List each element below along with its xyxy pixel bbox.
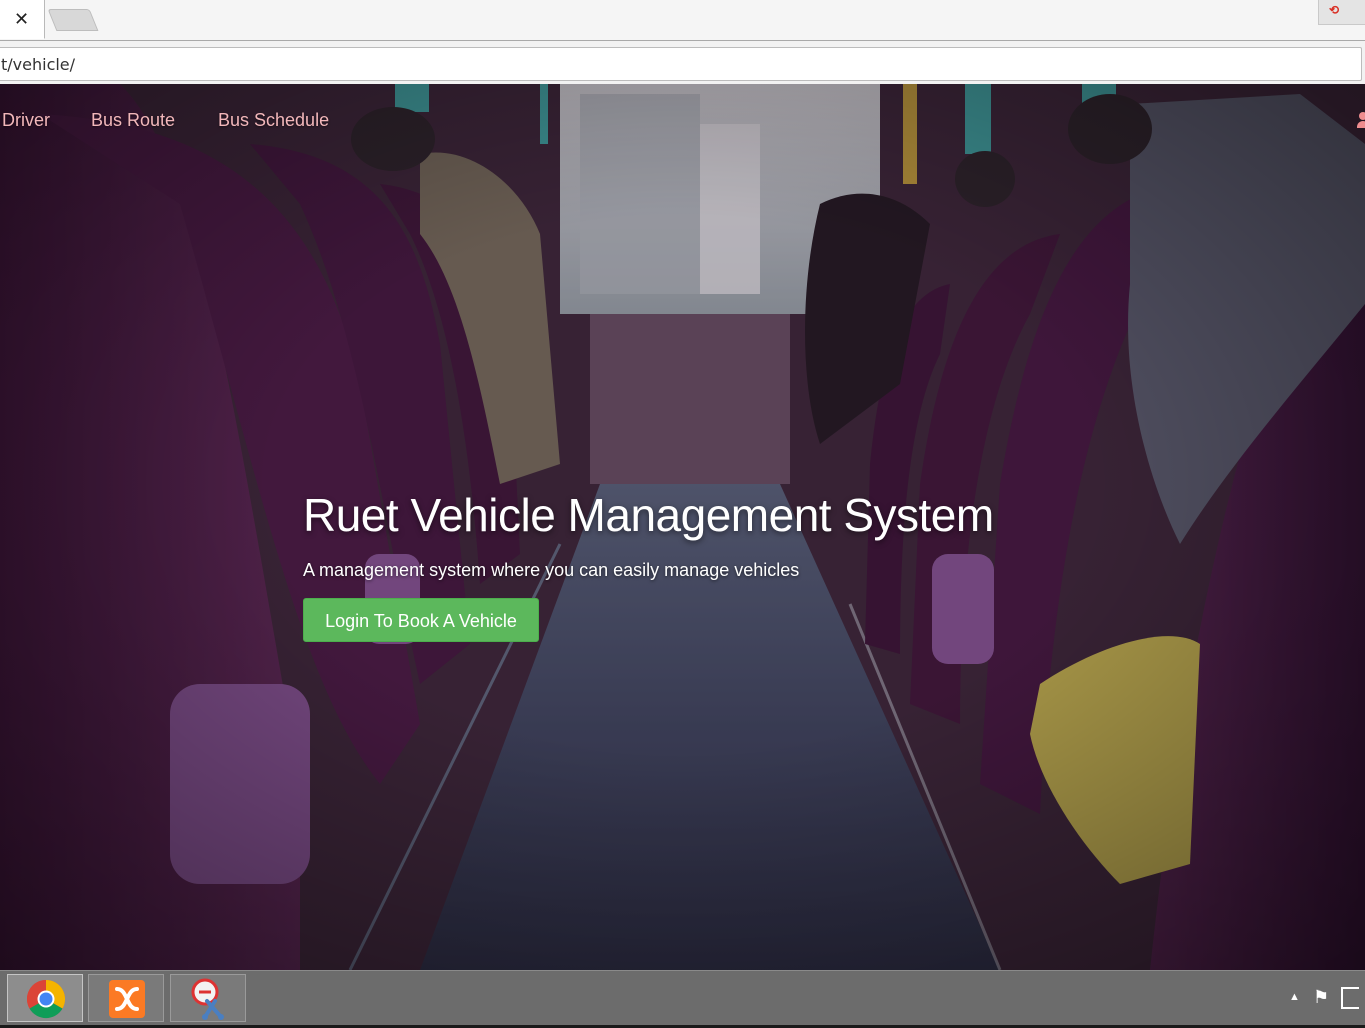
taskbar-snipping-tool-button[interactable]	[170, 974, 246, 1022]
xampp-icon	[109, 980, 145, 1018]
show-hidden-icons-icon[interactable]: ▲	[1289, 991, 1300, 1003]
browser-tabstrip: ✕ ⟲	[0, 0, 1365, 40]
tab-close-icon[interactable]: ✕	[14, 8, 29, 30]
browser-tab-active[interactable]: ✕	[0, 0, 45, 39]
nav-link-driver[interactable]: Driver	[2, 110, 50, 131]
taskbar-xampp-button[interactable]	[88, 974, 164, 1022]
action-center-flag-icon[interactable]: ⚑	[1313, 987, 1329, 1008]
hero-title: Ruet Vehicle Management System	[303, 489, 994, 541]
login-to-book-button[interactable]: Login To Book A Vehicle	[303, 598, 539, 642]
system-tray: ▲ ⚑	[1275, 971, 1365, 1025]
top-navbar: Driver Bus Route Bus Schedule	[0, 84, 1365, 158]
chrome-icon	[26, 979, 66, 1019]
user-icon-body	[1357, 121, 1365, 128]
new-tab-button[interactable]	[47, 9, 99, 31]
browser-extension-icon[interactable]: ⟲	[1318, 0, 1365, 25]
nav-link-bus-route[interactable]: Bus Route	[91, 110, 175, 131]
address-url: t/vehicle/	[1, 55, 76, 74]
address-bar[interactable]: t/vehicle/	[0, 47, 1362, 81]
windows-taskbar: ▲ ⚑	[0, 970, 1365, 1025]
network-icon[interactable]	[1341, 987, 1359, 1009]
nav-link-bus-schedule[interactable]: Bus Schedule	[218, 110, 329, 131]
browser-toolbar: t/vehicle/	[0, 40, 1365, 85]
user-icon-head	[1359, 112, 1365, 120]
snipping-tool-icon	[191, 978, 224, 1020]
extension-glyph: ⟲	[1329, 3, 1340, 17]
taskbar-chrome-button[interactable]	[7, 974, 83, 1022]
hero-content: Ruet Vehicle Management System A managem…	[303, 488, 994, 642]
user-icon[interactable]	[1357, 112, 1365, 130]
hero-subtitle: A management system where you can easily…	[303, 560, 800, 580]
